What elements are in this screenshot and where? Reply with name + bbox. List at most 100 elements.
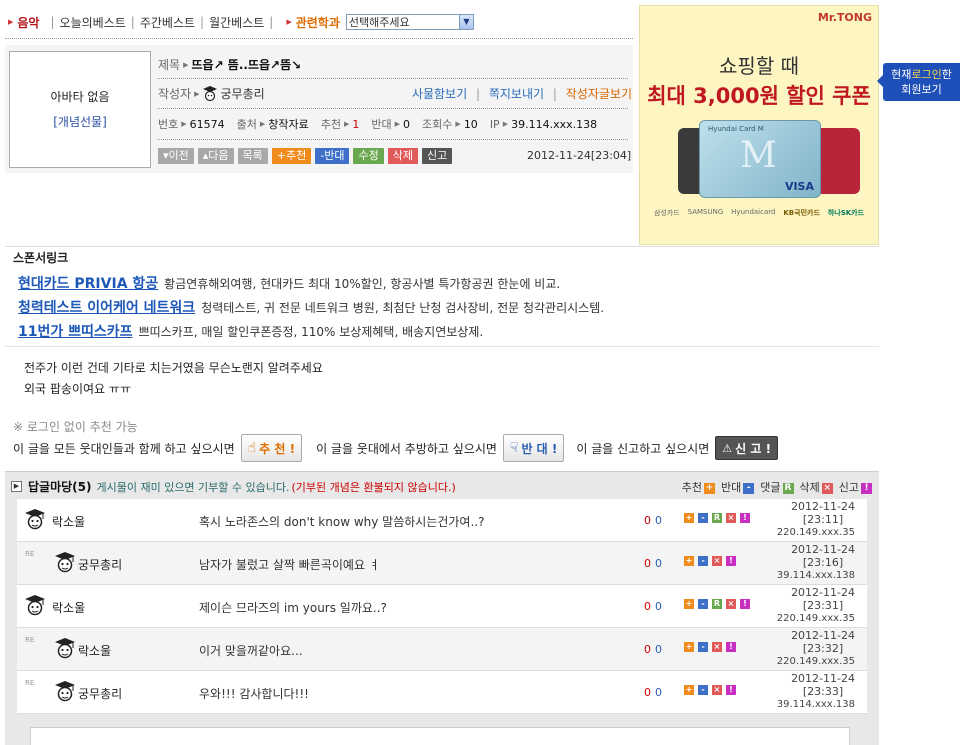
graduate-icon bbox=[54, 680, 76, 702]
report-icon[interactable]: ! bbox=[726, 685, 736, 695]
sponsor-link[interactable]: 청력테스트 이어케어 네트워크 bbox=[18, 297, 195, 317]
ad-banner[interactable]: Mr.TONG 쇼핑할 때 최대 3,000원 할인 쿠폰 Hyundai Ca… bbox=[639, 5, 879, 245]
reply-author[interactable]: 궁무총리 bbox=[78, 685, 122, 702]
reply-author[interactable]: 락소울 bbox=[52, 513, 85, 530]
title-label: 제목 bbox=[158, 58, 181, 72]
minus-icon[interactable]: - bbox=[698, 685, 708, 695]
delete-icon[interactable]: × bbox=[726, 599, 736, 609]
nav-item-weekly-best[interactable]: 주간베스트 bbox=[140, 14, 195, 31]
delete-icon[interactable]: × bbox=[726, 513, 736, 523]
reply-datetime: 2012-11-24 [23:11] bbox=[791, 500, 855, 526]
legend-recommend: 추천 + bbox=[681, 481, 715, 494]
plus-icon[interactable]: + bbox=[684, 513, 694, 523]
donate-warning: (기부된 개념은 환불되지 않습니다.) bbox=[291, 480, 456, 494]
reply-up-count: 0 bbox=[644, 643, 651, 656]
oppose-button[interactable]: -반대 bbox=[315, 148, 350, 164]
vote-row: 이 글을 모든 웃대인들과 함께 하고 싶으시면 ☝ 추 천 ! 이 글을 웃대… bbox=[13, 434, 784, 462]
reply-author[interactable]: 락소울 bbox=[52, 599, 85, 616]
reply-author[interactable]: 궁무총리 bbox=[78, 556, 122, 573]
post-author[interactable]: 궁무총리 bbox=[221, 85, 265, 102]
logo-kb: KB국민카드 bbox=[783, 209, 820, 217]
triangle-icon: ▶ bbox=[286, 18, 292, 26]
minus-icon[interactable]: - bbox=[698, 599, 708, 609]
replies-header: ▶ 답글마당(5) 게시물이 재미 있으면 기부할 수 있습니다. (기부된 개… bbox=[11, 478, 456, 495]
send-message-link[interactable]: 쪽지보내기 bbox=[489, 87, 544, 101]
minus-icon[interactable]: - bbox=[698, 556, 708, 566]
reply-row: 락소울 혹시 노라존스의 don't know why 말씀하시는건가여..? 0 0… bbox=[17, 499, 867, 542]
report-icon[interactable]: ! bbox=[726, 556, 736, 566]
reply-icon: R bbox=[782, 482, 794, 494]
reply-ip: 220.149.xxx.35 bbox=[776, 656, 855, 667]
list-button[interactable]: 목록 bbox=[237, 148, 268, 164]
reply-datetime: 2012-11-24 [23:31] bbox=[791, 586, 855, 612]
edit-button[interactable]: 수정 bbox=[353, 148, 384, 164]
sponsor-link[interactable]: 현대카드 PRIVIA 항공 bbox=[18, 273, 158, 293]
info-label: IP bbox=[489, 117, 500, 131]
donate-note: 게시물이 재미 있으면 기부할 수 있습니다. bbox=[96, 480, 290, 494]
reply-date: 2012-11-24 bbox=[791, 586, 855, 599]
reply-author[interactable]: 락소울 bbox=[78, 642, 111, 659]
reply-row: RE 락소울 이거 맞을꺼같아요... 0 0 + - ×! 2012-11-24 [23:32]… bbox=[17, 628, 867, 671]
online-members-line1: 현재로그인한 bbox=[891, 68, 952, 81]
chevron-down-icon: ▼ bbox=[458, 15, 473, 29]
plus-icon[interactable]: + bbox=[684, 642, 694, 652]
reply-down-count: 0 bbox=[655, 514, 662, 527]
avatar: 아바타 없음 [개념선물] bbox=[9, 51, 151, 168]
recommend-button[interactable]: +추천 bbox=[271, 148, 312, 164]
recommend-big-button[interactable]: ☝ 추 천 ! bbox=[240, 434, 303, 462]
ad-card-tag: Hyundai Card M bbox=[708, 125, 764, 133]
expand-icon[interactable]: ▶ bbox=[11, 481, 22, 492]
title-row: 제목 ▶ 뜨읍↗ 뜸..뜨읍↗뜸↘ bbox=[158, 56, 301, 73]
gift-concept-link[interactable]: [개념선물] bbox=[10, 113, 150, 130]
report-icon[interactable]: ! bbox=[726, 642, 736, 652]
caret-icon: ▶ bbox=[183, 60, 189, 69]
author-posts-link[interactable]: 작성자글보기 bbox=[566, 87, 632, 101]
ad-brand-logo: Mr.TONG bbox=[817, 11, 872, 24]
delete-icon[interactable]: × bbox=[712, 685, 722, 695]
logo-hana: 하나SK카드 bbox=[827, 209, 865, 217]
report-icon[interactable]: ! bbox=[740, 513, 750, 523]
nav-music[interactable]: 음악 bbox=[17, 14, 39, 31]
sponsor-desc: 쁘띠스카프, 매일 할인쿠폰증정, 110% 보상제혜택, 배송지연보상제. bbox=[138, 325, 484, 339]
locker-view-link[interactable]: 사물함보기 bbox=[412, 87, 467, 101]
triangle-icon: ▶ bbox=[8, 18, 14, 26]
re-icon: RE bbox=[25, 679, 35, 687]
reply-up-count: 0 bbox=[644, 600, 651, 613]
report-big-button[interactable]: ⚠ 신 고 ! bbox=[715, 436, 779, 460]
graduate-icon bbox=[24, 594, 46, 616]
caret-icon: ▶ bbox=[455, 120, 461, 128]
replies-title: 답글마당(5) bbox=[28, 480, 92, 494]
report-button[interactable]: 신고 bbox=[421, 148, 453, 164]
sponsor-link[interactable]: 11번가 쁘띠스카프 bbox=[18, 321, 133, 341]
online-members-popup[interactable]: 현재로그인한 회원보기 bbox=[877, 63, 960, 101]
reply-votes: 00 bbox=[644, 686, 662, 699]
nav-item-monthly-best[interactable]: 월간베스트 bbox=[209, 14, 264, 31]
next-button[interactable]: ▴다음 bbox=[197, 148, 234, 164]
report-icon[interactable]: ! bbox=[740, 599, 750, 609]
plus-icon[interactable]: + bbox=[684, 599, 694, 609]
sponsor-title: 스폰서링크 bbox=[13, 251, 69, 265]
reply-icon[interactable]: R bbox=[712, 513, 722, 523]
plus-icon[interactable]: + bbox=[684, 556, 694, 566]
reply-down-count: 0 bbox=[655, 643, 662, 656]
delete-icon[interactable]: × bbox=[712, 642, 722, 652]
plus-icon[interactable]: + bbox=[684, 685, 694, 695]
oppose-big-button[interactable]: ☟ 반 대 ! bbox=[502, 434, 565, 462]
minus-icon: - bbox=[743, 482, 755, 494]
reply-input-box[interactable] bbox=[30, 727, 850, 745]
select-value: 선택해주세요 bbox=[348, 16, 410, 29]
reply-votes: 00 bbox=[644, 600, 662, 613]
reply-row: 락소울 제이슨 므라즈의 im yours 일까요..? 0 0 + - R ×! 2012-1… bbox=[17, 585, 867, 628]
reply-icon[interactable]: R bbox=[712, 599, 722, 609]
related-dept-select[interactable]: 선택해주세요 ▼ bbox=[345, 14, 474, 30]
minus-icon[interactable]: - bbox=[698, 642, 708, 652]
delete-icon[interactable]: × bbox=[712, 556, 722, 566]
legend-report: 신고! bbox=[839, 479, 872, 495]
delete-button[interactable]: 삭제 bbox=[387, 148, 418, 164]
prev-button[interactable]: ▾이전 bbox=[158, 148, 194, 164]
nav-item-today-best[interactable]: 오늘의베스트 bbox=[60, 14, 126, 31]
thumbs-up-icon: ☝ bbox=[247, 440, 257, 456]
info-label: 번호 bbox=[158, 118, 179, 131]
minus-icon[interactable]: - bbox=[698, 513, 708, 523]
card-m-logo: M bbox=[740, 135, 777, 176]
